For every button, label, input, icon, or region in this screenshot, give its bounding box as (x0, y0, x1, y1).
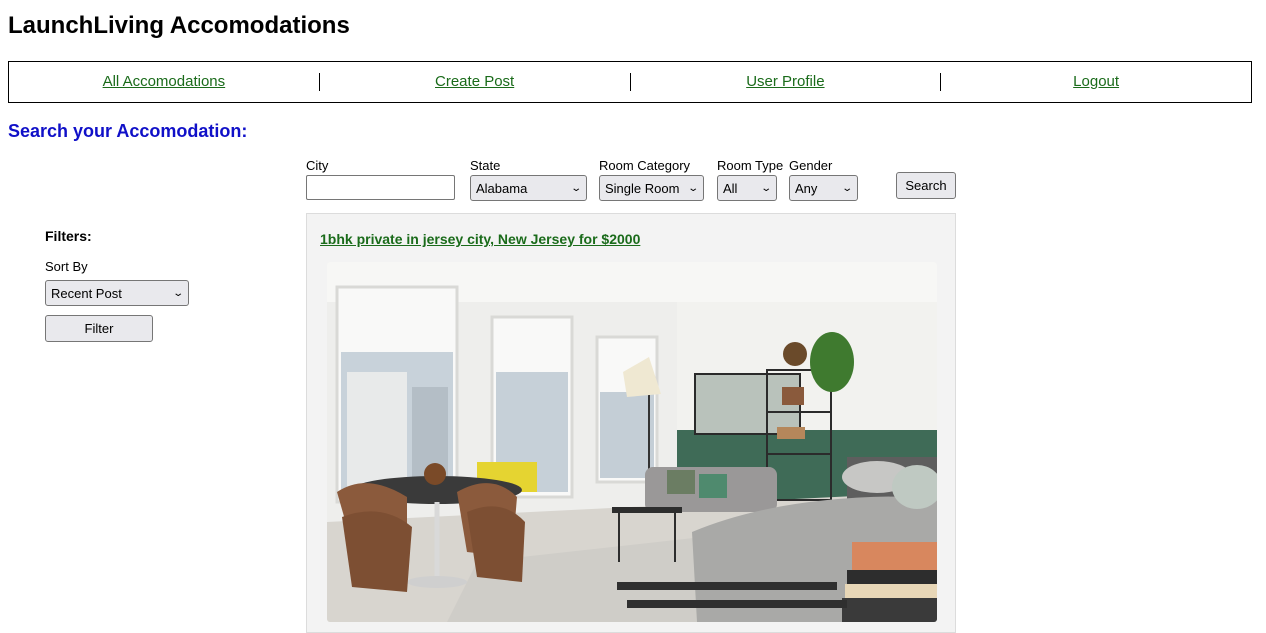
room-type-label: Room Type (717, 158, 784, 173)
state-select[interactable]: Alabama ⌄ (470, 175, 587, 201)
nav-all-accomodations-link[interactable]: All Accomodations (103, 73, 226, 90)
city-field: City (306, 158, 455, 200)
nav-create-post-link[interactable]: Create Post (435, 73, 514, 90)
app-title: LaunchLiving Accomodations (8, 12, 350, 39)
gender-label: Gender (789, 158, 833, 173)
chevron-down-icon: ⌄ (840, 182, 853, 194)
chevron-down-icon: ⌄ (569, 182, 582, 194)
filter-button[interactable]: Filter (45, 315, 153, 342)
main-nav: All Accomodations Create Post User Profi… (8, 61, 1252, 103)
apartment-photo-icon (327, 262, 937, 622)
state-label: State (470, 158, 501, 173)
state-selected-value: Alabama (476, 180, 528, 196)
gender-field: Gender Any ⌄ (789, 158, 858, 201)
sort-by-select[interactable]: Recent Post ⌄ (45, 280, 189, 306)
chevron-down-icon: ⌄ (171, 287, 184, 299)
chevron-down-icon: ⌄ (759, 182, 772, 194)
listing-title-link[interactable]: 1bhk private in jersey city, New Jersey … (320, 231, 640, 247)
nav-user-profile-link[interactable]: User Profile (746, 73, 824, 90)
room-category-field: Room Category Single Room ⌄ (599, 158, 704, 201)
room-type-field: Room Type All ⌄ (717, 158, 783, 201)
chevron-down-icon: ⌄ (686, 182, 699, 194)
room-type-selected-value: All (723, 180, 738, 196)
room-category-selected-value: Single Room (605, 180, 680, 196)
nav-cell-create: Create Post (320, 73, 631, 91)
gender-select[interactable]: Any ⌄ (789, 175, 858, 201)
room-category-label: Room Category (599, 158, 691, 173)
city-label: City (306, 158, 329, 173)
nav-cell-all: All Accomodations (9, 73, 320, 91)
nav-cell-logout: Logout (941, 73, 1251, 91)
state-field: State Alabama ⌄ (470, 158, 587, 201)
sort-by-label: Sort By (45, 259, 88, 274)
listing-card: 1bhk private in jersey city, New Jersey … (306, 213, 956, 633)
filters-heading: Filters: (45, 228, 92, 244)
sort-by-selected-value: Recent Post (51, 285, 122, 301)
room-category-select[interactable]: Single Room ⌄ (599, 175, 704, 201)
search-button[interactable]: Search (896, 172, 956, 199)
nav-cell-profile: User Profile (631, 73, 942, 91)
gender-selected-value: Any (795, 180, 818, 196)
listing-photo[interactable] (327, 262, 937, 622)
room-type-select[interactable]: All ⌄ (717, 175, 777, 201)
city-input[interactable] (306, 175, 455, 200)
nav-logout-link[interactable]: Logout (1073, 73, 1119, 90)
search-heading: Search your Accomodation: (8, 121, 248, 141)
